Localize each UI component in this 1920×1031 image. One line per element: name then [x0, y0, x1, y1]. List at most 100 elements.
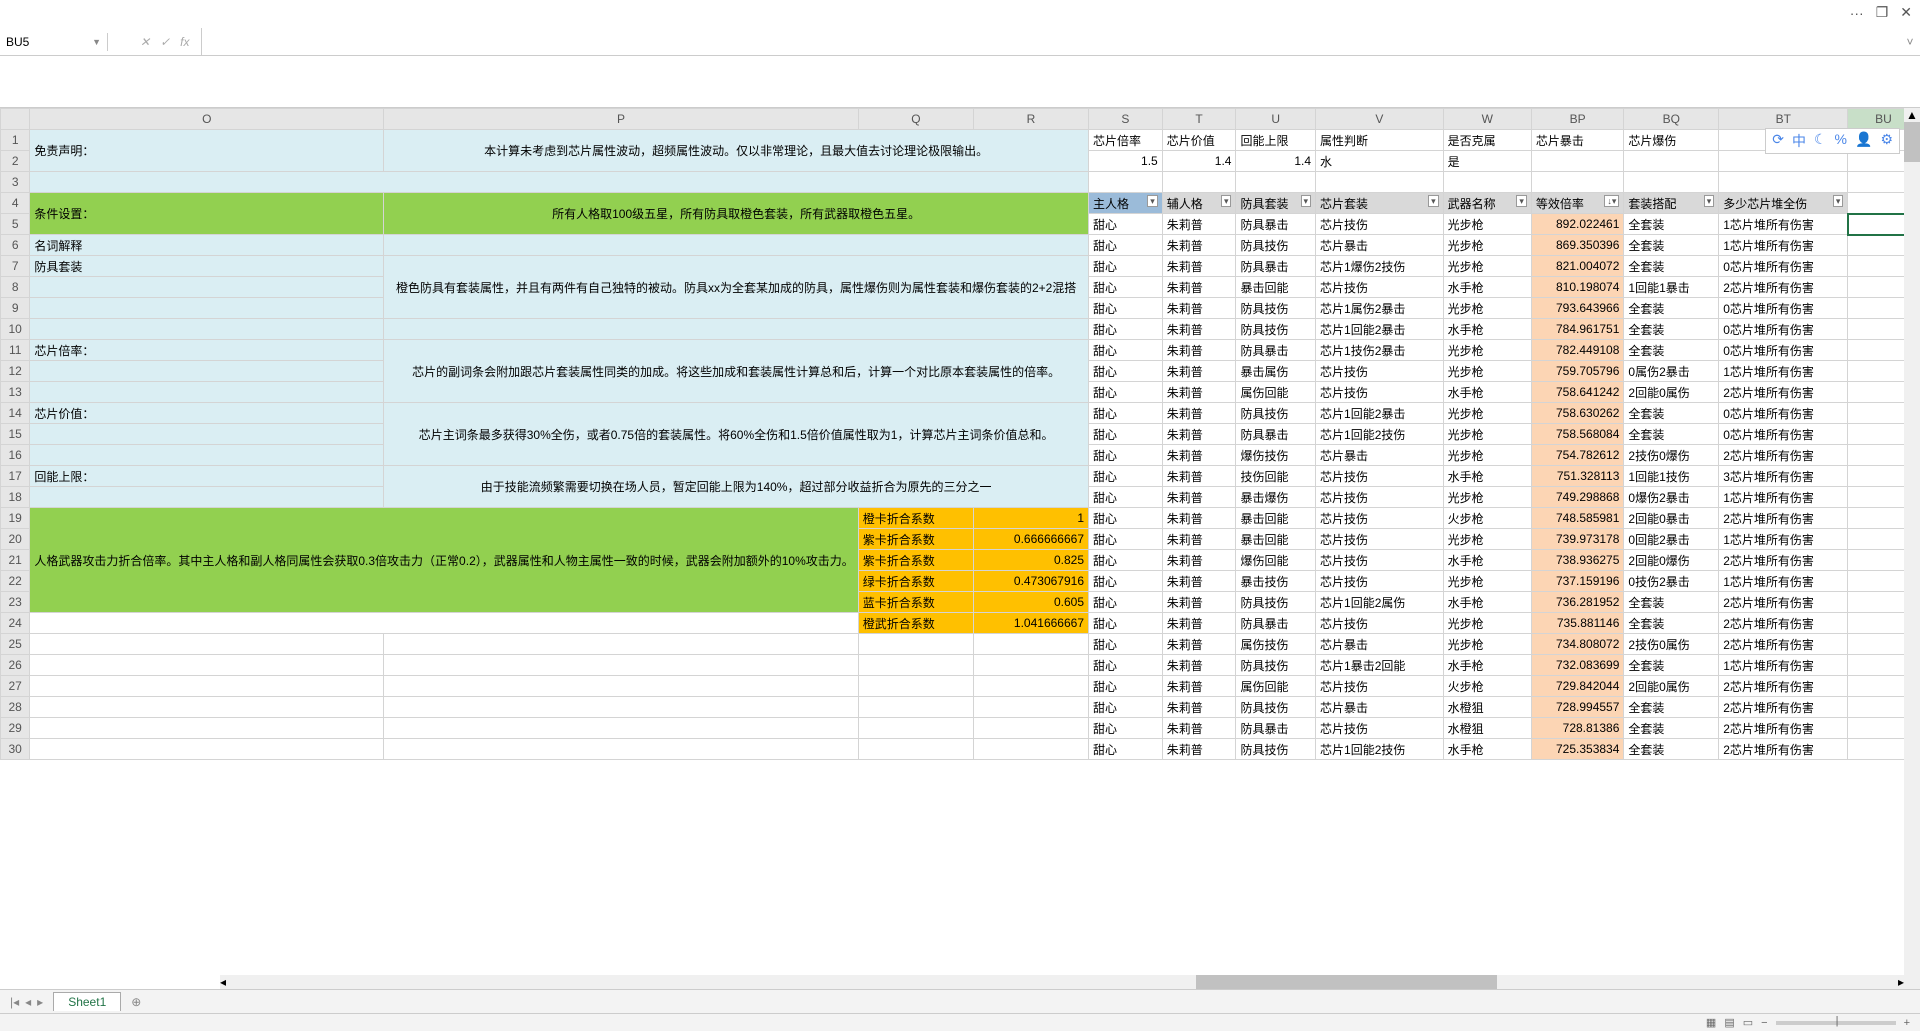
cell[interactable]: 728.81386: [1531, 718, 1623, 739]
cell[interactable]: 甜心: [1089, 487, 1163, 508]
col-header[interactable]: BT: [1719, 109, 1848, 130]
cell[interactable]: 属伤技伤: [1236, 634, 1316, 655]
cell[interactable]: 甜心: [1089, 613, 1163, 634]
col-header[interactable]: O: [30, 109, 384, 130]
row-header[interactable]: 12: [1, 361, 30, 382]
cell[interactable]: 芯片技伤: [1316, 214, 1444, 235]
filter-dropdown-icon[interactable]: ▾: [1221, 195, 1232, 207]
cell[interactable]: 2芯片堆所有伤害: [1719, 613, 1848, 634]
cell[interactable]: 甜心: [1089, 277, 1163, 298]
cell[interactable]: 防具技伤: [1236, 655, 1316, 676]
row-header[interactable]: 14: [1, 403, 30, 424]
cell[interactable]: 1回能1暴击: [1624, 277, 1719, 298]
cell[interactable]: 防具暴击: [1236, 256, 1316, 277]
col-header[interactable]: W: [1443, 109, 1531, 130]
cell[interactable]: 全套装: [1624, 739, 1719, 760]
cell[interactable]: 0芯片堆所有伤害: [1719, 424, 1848, 445]
cell[interactable]: 2芯片堆所有伤害: [1719, 592, 1848, 613]
cell[interactable]: [973, 634, 1088, 655]
row-header[interactable]: 5: [1, 214, 30, 235]
cell[interactable]: 754.782612: [1531, 445, 1623, 466]
zoom-slider[interactable]: [1776, 1021, 1896, 1025]
cell[interactable]: 橙武折合系数: [858, 613, 973, 634]
cell[interactable]: 0爆伤2暴击: [1624, 487, 1719, 508]
cell[interactable]: 朱莉普: [1162, 277, 1236, 298]
cell[interactable]: 朱莉普: [1162, 592, 1236, 613]
cell[interactable]: 甜心: [1089, 340, 1163, 361]
refresh-icon[interactable]: ⟳: [1772, 131, 1784, 151]
cell[interactable]: 749.298868: [1531, 487, 1623, 508]
col-header[interactable]: Q: [858, 109, 973, 130]
cell[interactable]: 芯片暴击: [1316, 697, 1444, 718]
cell[interactable]: 芯片技伤: [1316, 718, 1444, 739]
cell[interactable]: 甜心: [1089, 256, 1163, 277]
cell[interactable]: 2芯片堆所有伤害: [1719, 550, 1848, 571]
cell[interactable]: 朱莉普: [1162, 235, 1236, 256]
cell[interactable]: 甜心: [1089, 214, 1163, 235]
cell[interactable]: 758.568084: [1531, 424, 1623, 445]
cell[interactable]: 芯片技伤: [1316, 508, 1444, 529]
cell[interactable]: 光步枪: [1443, 613, 1531, 634]
cell[interactable]: 芯片1属伤2暴击: [1316, 298, 1444, 319]
select-all-corner[interactable]: [1, 109, 30, 130]
cell[interactable]: 甜心: [1089, 403, 1163, 424]
cell[interactable]: [1162, 172, 1236, 193]
cell[interactable]: [1624, 151, 1719, 172]
cell[interactable]: 1: [973, 508, 1088, 529]
cell[interactable]: 全套装: [1624, 235, 1719, 256]
view-normal-icon[interactable]: ▦: [1706, 1016, 1716, 1029]
cell[interactable]: 芯片技伤: [1316, 466, 1444, 487]
cell[interactable]: 爆伤回能: [1236, 550, 1316, 571]
row-header[interactable]: 25: [1, 634, 30, 655]
tab-first-icon[interactable]: |◂: [10, 995, 19, 1009]
cell[interactable]: 0属伤2暴击: [1624, 361, 1719, 382]
cell[interactable]: 朱莉普: [1162, 382, 1236, 403]
cell[interactable]: [973, 697, 1088, 718]
cell[interactable]: 芯片爆伤: [1624, 130, 1719, 151]
cell[interactable]: 蓝卡折合系数: [858, 592, 973, 613]
fx-icon[interactable]: fx: [180, 35, 189, 49]
cell[interactable]: 光步枪: [1443, 298, 1531, 319]
cell[interactable]: 暴击属伤: [1236, 361, 1316, 382]
cell[interactable]: 芯片1技伤2暴击: [1316, 340, 1444, 361]
row-header[interactable]: 10: [1, 319, 30, 340]
maximize-icon[interactable]: ❐: [1876, 4, 1889, 21]
cell[interactable]: 全套装: [1624, 592, 1719, 613]
cell[interactable]: 芯片1回能2属伤: [1316, 592, 1444, 613]
cell[interactable]: 朱莉普: [1162, 298, 1236, 319]
cell[interactable]: 2回能0爆伤: [1624, 550, 1719, 571]
cell[interactable]: 甜心: [1089, 655, 1163, 676]
cell[interactable]: 朱莉普: [1162, 655, 1236, 676]
cell[interactable]: 全套装: [1624, 214, 1719, 235]
cell[interactable]: 芯片1回能2暴击: [1316, 319, 1444, 340]
filter-header[interactable]: 芯片套装▾: [1316, 193, 1444, 214]
cell[interactable]: 甜心: [1089, 697, 1163, 718]
cell[interactable]: 729.842044: [1531, 676, 1623, 697]
cell[interactable]: 朱莉普: [1162, 634, 1236, 655]
cell[interactable]: 全套装: [1624, 697, 1719, 718]
filter-dropdown-icon[interactable]: ▾: [1516, 195, 1527, 207]
cell[interactable]: 芯片暴击: [1316, 235, 1444, 256]
cell[interactable]: [30, 718, 384, 739]
cell[interactable]: 回能上限: [1236, 130, 1316, 151]
filter-header[interactable]: 防具套装▾: [1236, 193, 1316, 214]
cell[interactable]: 3芯片堆所有伤害: [1719, 466, 1848, 487]
cell[interactable]: 2芯片堆所有伤害: [1719, 634, 1848, 655]
cell[interactable]: 甜心: [1089, 739, 1163, 760]
cell[interactable]: 2回能0属伤: [1624, 382, 1719, 403]
cell[interactable]: [1443, 172, 1531, 193]
cell[interactable]: 甜心: [1089, 592, 1163, 613]
cell[interactable]: 全套装: [1624, 718, 1719, 739]
row-header[interactable]: 30: [1, 739, 30, 760]
user-icon[interactable]: 👤: [1855, 131, 1872, 151]
row-header[interactable]: 9: [1, 298, 30, 319]
row-header[interactable]: 15: [1, 424, 30, 445]
cell[interactable]: [1531, 172, 1623, 193]
cell[interactable]: [1316, 172, 1444, 193]
cell[interactable]: 甜心: [1089, 298, 1163, 319]
cell[interactable]: 属伤回能: [1236, 382, 1316, 403]
cell[interactable]: 光步枪: [1443, 340, 1531, 361]
cell[interactable]: 0.825: [973, 550, 1088, 571]
cell[interactable]: 防具暴击: [1236, 424, 1316, 445]
cell[interactable]: 1芯片堆所有伤害: [1719, 214, 1848, 235]
